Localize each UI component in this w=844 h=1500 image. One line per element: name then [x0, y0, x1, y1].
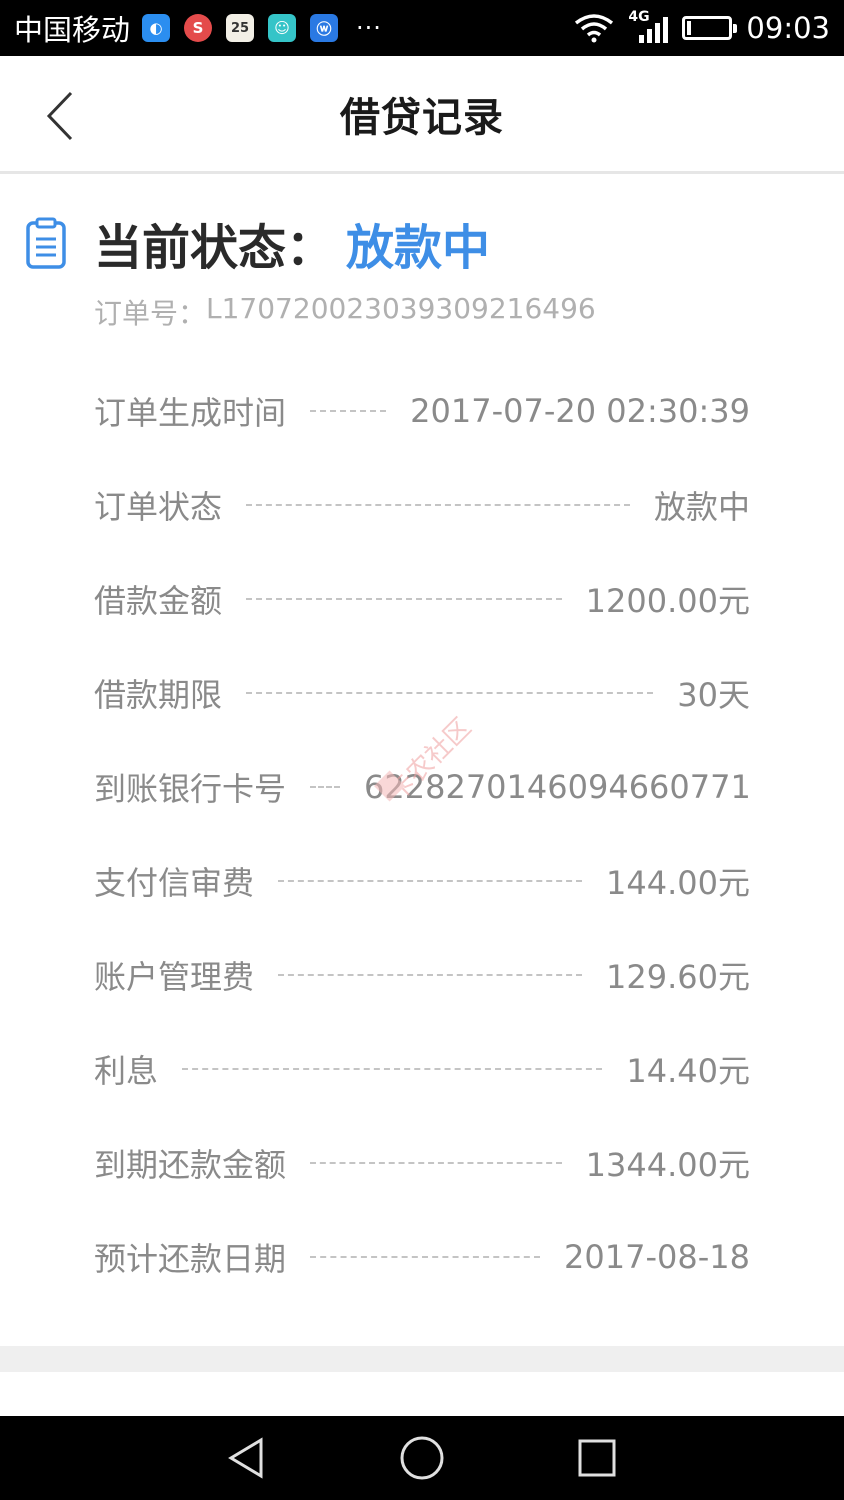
- status-value: 放款中: [346, 220, 491, 276]
- dotted-leader: [310, 1162, 562, 1164]
- detail-row-repayment-date: 预计还款日期 2017-08-18: [94, 1210, 750, 1304]
- detail-row-credit-review-fee: 支付信审费 144.00元: [94, 834, 750, 928]
- dotted-leader: [246, 504, 630, 506]
- detail-row-account-fee: 账户管理费 129.60元: [94, 928, 750, 1022]
- dotted-leader: [246, 598, 562, 600]
- square-recents-icon: [578, 1439, 616, 1477]
- order-number-value: L17072002303930921​6496: [206, 292, 596, 325]
- status-label: 当前状态：: [94, 220, 335, 276]
- triangle-back-icon: [228, 1437, 263, 1479]
- back-button[interactable]: [30, 84, 90, 148]
- detail-label: 预计还款日期: [94, 1240, 287, 1278]
- page-header: 借贷记录: [0, 56, 844, 174]
- dotted-leader: [278, 974, 583, 976]
- wireless-app-icon: ⓦ: [310, 14, 339, 42]
- detail-row-interest: 利息 14.40元: [94, 1022, 750, 1116]
- detail-label: 到账银行卡号: [94, 770, 287, 808]
- status-bar: 中国移动 ◐ S 25 ☺ ⓦ ··· 4G 09:03: [0, 0, 844, 56]
- detail-value: 1344.00元: [585, 1146, 750, 1184]
- detail-value: 2017-07-20 02:30:39: [410, 392, 750, 430]
- loan-details-list: 订单生成时间 2017-07-20 02:30:39 订单状态 放款中 借款金额…: [94, 364, 751, 1304]
- nav-home-button[interactable]: [392, 1428, 452, 1488]
- notification-icons: ◐ S 25 ☺ ⓦ ···: [142, 14, 382, 42]
- section-divider: [0, 1346, 844, 1372]
- chevron-left-icon: [46, 91, 73, 141]
- dotted-leader: [182, 1068, 603, 1070]
- detail-label: 支付信审费: [94, 864, 255, 902]
- watermark-logo: 卡农社区: [374, 713, 477, 807]
- dotted-leader: [310, 1256, 541, 1258]
- detail-row-order-status: 订单状态 放款中: [94, 458, 750, 552]
- detail-label: 到期还款金额: [94, 1146, 287, 1184]
- chat-app-icon: ☺: [268, 14, 297, 42]
- sogou-app-icon: S: [184, 14, 213, 42]
- detail-value: 放款中: [653, 488, 750, 526]
- detail-row-loan-amount: 借款金额 1200.00元: [94, 552, 750, 646]
- detail-value: 2017-08-18: [564, 1238, 750, 1276]
- carrier-name: 中国移动: [14, 13, 131, 47]
- order-number-label: 订单号：: [94, 297, 207, 330]
- more-notifications-icon: ···: [356, 14, 382, 42]
- detail-value: 30天: [677, 676, 750, 714]
- nav-back-button[interactable]: [217, 1428, 277, 1488]
- detail-value: 129.60元: [606, 958, 750, 996]
- current-status: 当前状态： 放款中: [24, 208, 490, 278]
- wifi-icon: [575, 14, 614, 43]
- detail-value: 14.40元: [626, 1052, 750, 1090]
- detail-label: 订单状态: [94, 488, 223, 526]
- detail-row-order-time: 订单生成时间 2017-07-20 02:30:39: [94, 364, 750, 458]
- detail-label: 账户管理费: [94, 958, 255, 996]
- order-number: 订单号： L17072002303930921​6496: [94, 292, 596, 332]
- detail-label: 借款金额: [94, 582, 223, 620]
- detail-label: 借款期限: [94, 676, 223, 714]
- dotted-leader: [278, 880, 583, 882]
- browser-app-icon: ◐: [142, 14, 171, 42]
- cellular-signal-icon: 4G: [628, 9, 669, 45]
- nav-recents-button[interactable]: [567, 1428, 627, 1488]
- calendar-app-icon: 25: [226, 14, 255, 42]
- detail-row-repayment-amount: 到期还款金额 1344.00元: [94, 1116, 750, 1210]
- detail-value: 144.00元: [606, 864, 750, 902]
- clipboard-icon: [26, 217, 66, 269]
- detail-label: 利息: [94, 1052, 159, 1090]
- detail-value: 1200.00元: [585, 582, 750, 620]
- dotted-leader: [310, 786, 341, 788]
- system-nav-bar: [0, 1416, 844, 1500]
- battery-icon: [682, 16, 738, 40]
- dotted-leader: [310, 410, 387, 412]
- clock: 09:03: [746, 11, 830, 45]
- circle-home-icon: [400, 1436, 444, 1480]
- page-title: 借贷记录: [340, 94, 504, 141]
- detail-label: 订单生成时间: [94, 394, 287, 432]
